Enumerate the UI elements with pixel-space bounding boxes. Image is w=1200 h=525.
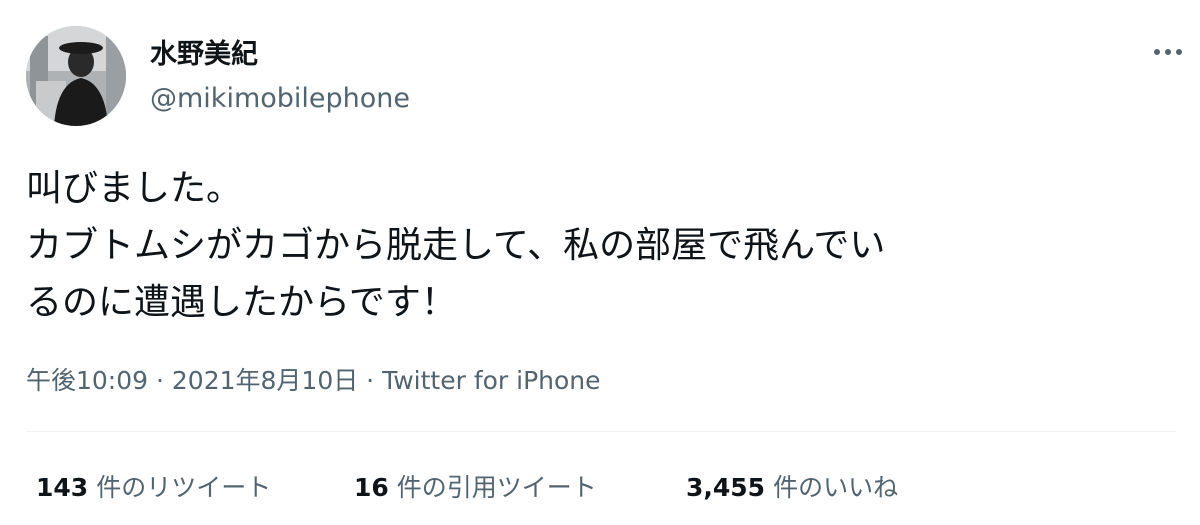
- tweet-text: 叫びました。 カブトムシがカゴから脱走して、私の部屋で飛んでい るのに遭遇したか…: [26, 160, 1176, 331]
- retweet-label: 件のリツイート: [96, 473, 272, 502]
- display-name[interactable]: 水野美紀: [150, 38, 258, 72]
- quote-count: 16: [354, 473, 389, 502]
- tweet-time[interactable]: 午後10:09: [26, 366, 148, 395]
- tweet-text-line: カブトムシがカゴから脱走して、私の部屋で飛んでい: [26, 225, 886, 266]
- tweet-source[interactable]: Twitter for iPhone: [382, 366, 600, 395]
- meta-separator: ·: [358, 366, 383, 395]
- quote-count-link[interactable]: 16 件の引用ツイート: [354, 470, 597, 506]
- tweet-text-line: 叫びました。: [26, 168, 243, 209]
- tweet-date[interactable]: 2021年8月10日: [172, 366, 358, 395]
- avatar-photo: [26, 26, 126, 126]
- quote-label: 件の引用ツイート: [396, 473, 597, 502]
- retweet-count-link[interactable]: 143 件のリツイート: [36, 470, 271, 506]
- retweet-count: 143: [36, 473, 89, 502]
- tweet-card: 水野美紀 @mikimobilephone 叫びました。 カブトムシがカゴから脱…: [0, 0, 1200, 525]
- divider: [26, 431, 1176, 432]
- avatar[interactable]: [26, 26, 126, 126]
- like-count: 3,455: [686, 473, 766, 502]
- user-handle[interactable]: @mikimobilephone: [150, 82, 410, 116]
- like-label: 件のいいね: [773, 473, 899, 502]
- more-options-button[interactable]: [1148, 38, 1188, 66]
- like-count-link[interactable]: 3,455 件のいいね: [686, 470, 898, 506]
- tweet-text-line: るのに遭遇したからです！: [26, 282, 457, 323]
- meta-separator: ·: [148, 366, 172, 395]
- tweet-metadata: 午後10:09 · 2021年8月10日 · Twitter for iPhon…: [26, 364, 601, 398]
- more-horizontal-icon: [1154, 49, 1182, 55]
